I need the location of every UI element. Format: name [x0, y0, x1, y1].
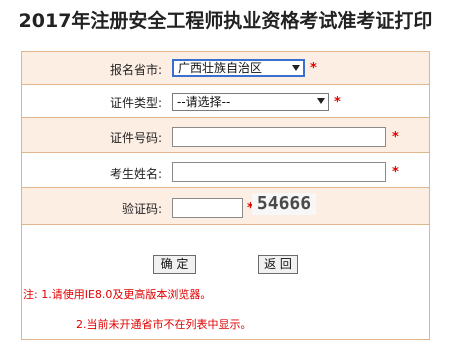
name-required-mark: * — [392, 165, 399, 180]
province-required-mark: * — [310, 61, 317, 76]
confirm-button[interactable]: 确 定 — [153, 255, 196, 274]
exam-ticket-form: 报名省市: 广西壮族自治区 * 证件类型: --请选择-- * 证件号码: * … — [21, 51, 430, 340]
province-label: 报名省市: — [109, 63, 162, 77]
captcha-label: 验证码: — [121, 202, 162, 216]
id-type-row: 证件类型: --请选择-- * — [22, 85, 429, 118]
province-row: 报名省市: 广西壮族自治区 * — [22, 52, 429, 85]
id-number-label: 证件号码: — [109, 131, 162, 145]
id-type-label: 证件类型: — [109, 96, 162, 110]
province-select-value: 广西壮族自治区 — [178, 61, 263, 75]
captcha-image-text: 54666 — [256, 193, 312, 214]
id-number-input[interactable] — [172, 127, 386, 147]
note-browser: 注: 1.请使用IE8.0及更高版本浏览器。 — [23, 288, 212, 301]
id-type-select[interactable]: --请选择-- — [172, 93, 329, 111]
name-label: 考生姓名: — [109, 167, 162, 181]
name-row: 考生姓名: * — [22, 153, 429, 188]
captcha-row: 验证码: * — [22, 188, 429, 225]
province-select[interactable]: 广西壮族自治区 — [172, 59, 305, 77]
note-province: 2.当前未开通省市不在列表中显示。 — [76, 318, 252, 331]
id-type-select-value: --请选择-- — [177, 95, 231, 109]
id-type-required-mark: * — [334, 95, 341, 110]
chevron-down-icon — [292, 65, 300, 71]
captcha-image[interactable]: 54666 — [252, 193, 316, 215]
chevron-down-icon — [317, 98, 325, 104]
name-input[interactable] — [172, 162, 386, 182]
page-title: 2017年注册安全工程师执业资格考试准考证打印 — [18, 10, 433, 32]
id-number-row: 证件号码: * — [22, 118, 429, 153]
id-number-required-mark: * — [392, 130, 399, 145]
captcha-input[interactable] — [172, 198, 243, 218]
back-button[interactable]: 返 回 — [258, 255, 298, 274]
